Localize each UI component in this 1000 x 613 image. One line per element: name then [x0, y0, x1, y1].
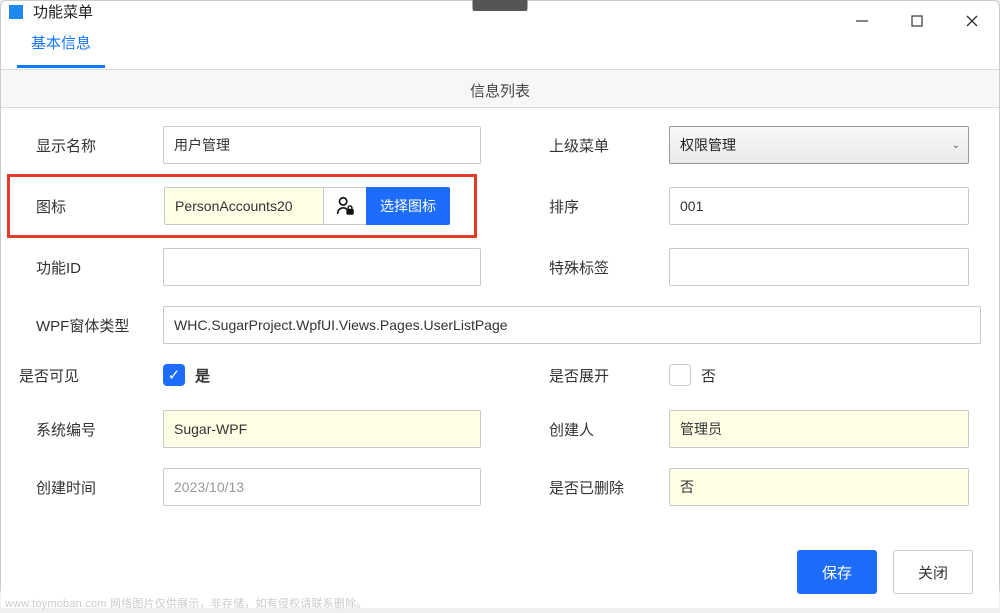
deleted-input[interactable]	[669, 468, 969, 506]
expanded-checkbox-label: 否	[701, 365, 716, 386]
icon-input[interactable]	[164, 187, 324, 225]
label-system-no: 系统编号	[19, 419, 163, 440]
creator-input[interactable]	[669, 410, 969, 448]
tab-basic-info[interactable]: 基本信息	[17, 22, 105, 68]
close-window-button[interactable]	[944, 1, 999, 41]
parent-menu-select[interactable]: 权限管理 ⌄	[669, 126, 969, 164]
function-id-input[interactable]	[163, 248, 481, 286]
icon-preview	[324, 187, 366, 225]
choose-icon-button[interactable]: 选择图标	[366, 187, 450, 225]
label-wpf-form: WPF窗体类型	[19, 315, 163, 336]
app-window: 功能菜单 基本信息 信息列表 显示名称 上级菜单 权限管理	[0, 0, 1000, 595]
label-parent-menu: 上级菜单	[539, 135, 669, 156]
wpf-form-input[interactable]	[163, 306, 981, 344]
visible-checkbox[interactable]: ✓	[163, 364, 185, 386]
label-expanded: 是否展开	[539, 365, 669, 386]
chevron-down-icon: ⌄	[952, 140, 960, 151]
visible-checkbox-label: 是	[195, 365, 210, 386]
app-icon	[9, 5, 23, 19]
maximize-button[interactable]	[889, 1, 944, 41]
label-creator: 创建人	[539, 419, 669, 440]
create-time-input[interactable]	[163, 468, 481, 506]
watermark-text: www.toymoban.com 网络图片仅供展示，非存储，如有侵权请联系删除。	[5, 595, 367, 611]
label-deleted: 是否已删除	[539, 477, 669, 498]
icon-row-highlight: 图标 选择图标	[7, 174, 477, 238]
label-create-time: 创建时间	[19, 477, 163, 498]
minimize-button[interactable]	[834, 1, 889, 41]
label-visible: 是否可见	[19, 365, 163, 386]
label-sort: 排序	[539, 196, 669, 217]
parent-menu-selected: 权限管理	[680, 135, 736, 155]
label-display-name: 显示名称	[19, 135, 163, 156]
display-name-input[interactable]	[163, 126, 481, 164]
sort-input[interactable]	[669, 187, 969, 225]
label-icon: 图标	[22, 196, 164, 217]
special-tag-input[interactable]	[669, 248, 969, 286]
label-function-id: 功能ID	[19, 257, 163, 278]
window-title: 功能菜单	[33, 1, 93, 22]
title-bar: 功能菜单	[1, 1, 999, 22]
save-button[interactable]: 保存	[797, 550, 877, 594]
form-area: 显示名称 上级菜单 权限管理 ⌄ 图标	[1, 108, 999, 536]
label-special-tag: 特殊标签	[539, 257, 669, 278]
close-button[interactable]: 关闭	[893, 550, 973, 594]
system-no-input[interactable]	[163, 410, 481, 448]
panel-title: 信息列表	[1, 69, 999, 108]
expanded-checkbox[interactable]	[669, 364, 691, 386]
